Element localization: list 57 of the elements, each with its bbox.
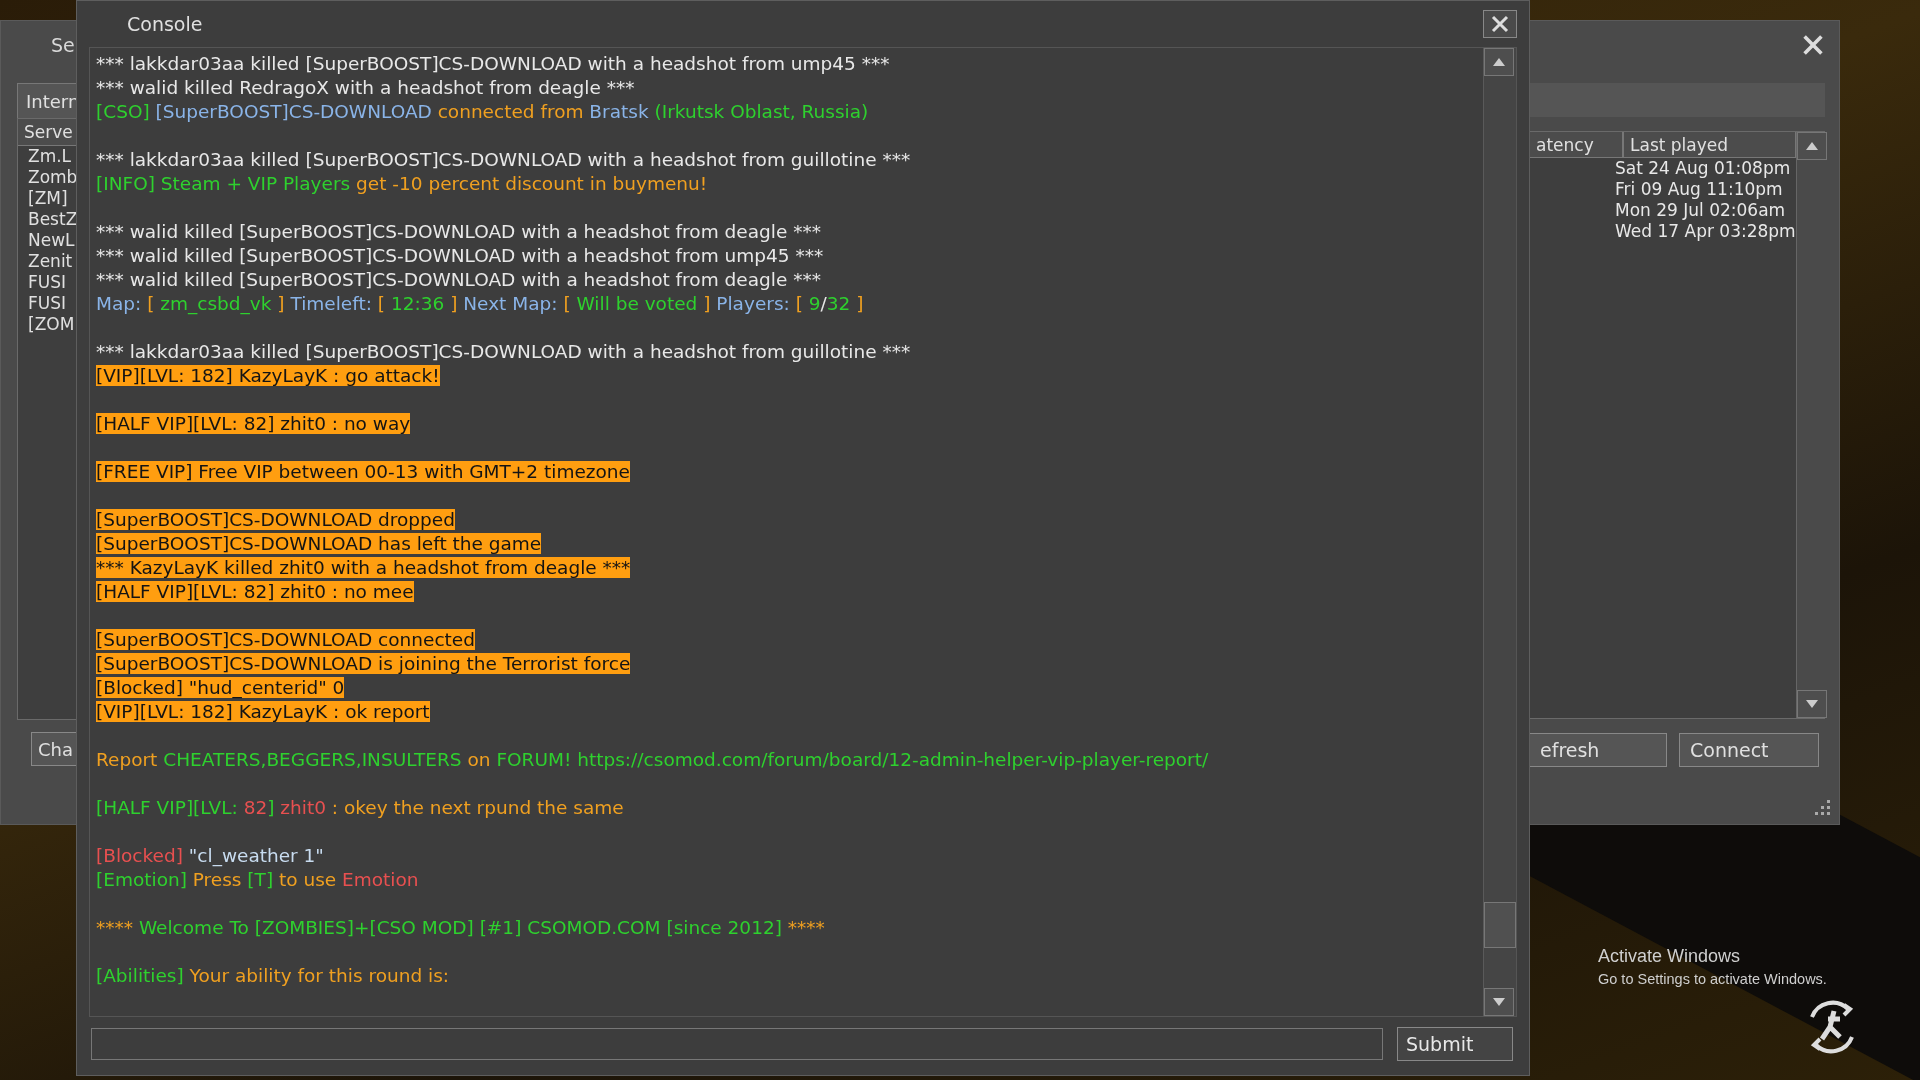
log-line: *** walid killed [SuperBOOST]CS-DOWNLOAD with a headshot from deagle ***: [96, 220, 822, 244]
server-name[interactable]: NewL: [18, 230, 77, 251]
down-triangle-icon: [1493, 998, 1505, 1006]
up-triangle-icon: [1805, 142, 1818, 150]
log-line: [HALF VIP][LVL: 82] zhit0 : okey the next rpund the same: [96, 796, 625, 820]
scroll-up-button[interactable]: [1796, 132, 1827, 160]
close-button[interactable]: [1483, 10, 1517, 38]
close-icon: [1490, 14, 1510, 34]
scroll-down-button[interactable]: [1484, 988, 1514, 1016]
log-line: [Blocked] "cl_weather 1": [96, 844, 325, 868]
connect-button[interactable]: Connect: [1679, 733, 1819, 767]
log-line: *** walid killed [SuperBOOST]CS-DOWNLOAD with a headshot from deagle ***: [96, 268, 822, 292]
window-title: Se: [51, 34, 75, 56]
server-name[interactable]: [ZM]: [18, 188, 77, 209]
command-input[interactable]: [91, 1028, 1383, 1060]
submit-button[interactable]: Submit: [1397, 1027, 1513, 1061]
last-played-cell-text: Fri 09 Aug 11:10pm: [1614, 179, 1784, 200]
log-line: [INFO] Steam + VIP Players get -10 percent discount in buymenu!: [96, 172, 709, 196]
column-header[interactable]: atency: [1529, 132, 1623, 158]
log-line: *** lakkdar03aa killed [SuperBOOST]CS-DOWNLOAD with a headshot from guillotine ***: [96, 340, 912, 364]
server-name[interactable]: Zomb: [18, 167, 77, 188]
server-name[interactable]: FUSI: [18, 272, 77, 293]
column-header[interactable]: Serve: [18, 119, 77, 146]
log-line: Map: [ zm_csbd_vk ] Timeleft: [ 12:36 ] Next Map: [ Will be voted ] Players: [ 9/32 ]: [96, 292, 865, 316]
log-line: [CSO] [SuperBOOST]CS-DOWNLOAD connected from Bratsk (Irkutsk Oblast, Russia): [96, 100, 870, 124]
refresh-button[interactable]: efresh: [1529, 733, 1667, 767]
server-name[interactable]: FUSI: [18, 293, 77, 314]
scroll-up-button[interactable]: [1484, 48, 1514, 76]
tab[interactable]: Intern: [17, 83, 77, 118]
scrollbar[interactable]: [1795, 132, 1827, 718]
scroll-thumb[interactable]: [1484, 902, 1516, 948]
server-name[interactable]: Zm.L: [18, 146, 77, 167]
column-header[interactable]: Last played: [1623, 132, 1796, 158]
up-triangle-icon: [1493, 58, 1505, 66]
resize-grip-icon[interactable]: [1815, 800, 1831, 816]
log-line: [Abilities] Your ability for this round is:: [96, 964, 451, 988]
window-title: Console: [127, 13, 203, 35]
last-played-cell-text: Sat 24 Aug 01:08pm: [1614, 158, 1792, 179]
close-icon: [1801, 33, 1825, 57]
scroll-down-button[interactable]: [1796, 690, 1827, 718]
log-line: *** lakkdar03aa killed [SuperBOOST]CS-DOWNLOAD with a headshot from ump45 ***: [96, 52, 891, 76]
activation-title: Activate Windows: [1598, 946, 1742, 967]
down-triangle-icon: [1805, 700, 1818, 708]
server-name[interactable]: [ZOM: [18, 314, 77, 335]
change-button[interactable]: Cha: [31, 732, 77, 766]
last-played-cell-text: Mon 29 Jul 02:06am: [1614, 200, 1787, 221]
scrollbar[interactable]: [1483, 48, 1516, 1016]
log-line: [Emotion] Press [T] to use Emotion: [96, 868, 420, 892]
log-line: **** Welcome To [ZOMBIES]+[CSO MOD] [#1] CSOMOD.COM [since 2012] ****: [96, 916, 826, 940]
log-line: *** walid killed RedragoX with a headshot from deagle ***: [96, 76, 636, 100]
log-line: *** walid killed [SuperBOOST]CS-DOWNLOAD with a headshot from ump45 ***: [96, 244, 825, 268]
activation-subtitle: Go to Settings to activate Windows.: [1598, 971, 1827, 987]
log-line: Report CHEATERS,BEGGERS,INSULTERS on FORUM! https://csomod.com/forum/board/12-admin-helper-vip-player-report/: [96, 748, 1210, 772]
log-line: *** lakkdar03aa killed [SuperBOOST]CS-DOWNLOAD with a headshot from guillotine ***: [96, 148, 912, 172]
last-played-cell-text: Wed 17 Apr 03:28pm: [1614, 221, 1796, 242]
server-name[interactable]: BestZ: [18, 209, 77, 230]
server-name[interactable]: Zenit: [18, 251, 77, 272]
